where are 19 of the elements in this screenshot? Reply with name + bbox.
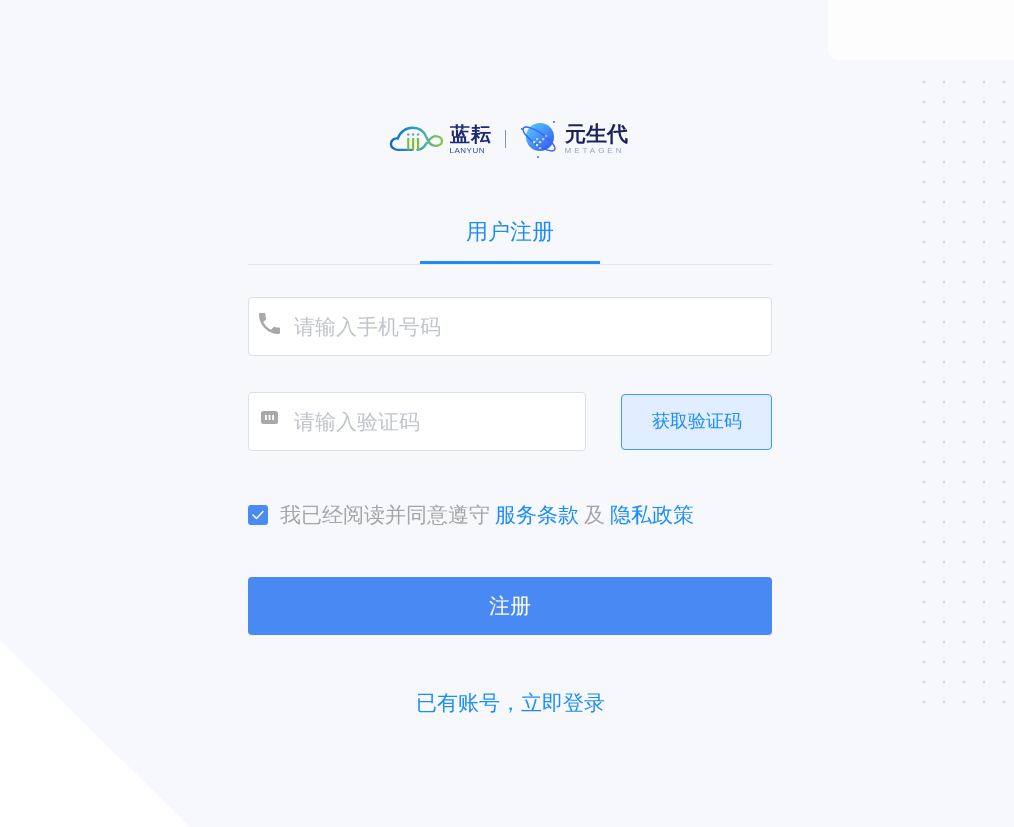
get-code-button[interactable]: 获取验证码 — [621, 393, 772, 450]
code-field[interactable]: 请输入验证码 — [248, 392, 586, 451]
login-link[interactable]: 已有账号，立即登录 — [415, 689, 605, 717]
tab[interactable]: 用户注册 — [420, 218, 600, 264]
brand-subtitle: METAGEN — [564, 146, 625, 155]
register-button[interactable]: 注册 — [248, 577, 772, 635]
brand-name: 蓝耘 — [449, 123, 492, 145]
brand-name: 元生代 — [564, 123, 628, 145]
agreement-text: 我已经阅读并同意遵守 服务条款 及 隐私政策 — [280, 502, 695, 528]
brand-subtitle: LANYUN — [449, 146, 485, 155]
checkmark-icon — [252, 510, 264, 520]
phone-icon — [259, 313, 280, 334]
phone-field[interactable]: 请输入手机号码 — [248, 297, 772, 356]
checkbox[interactable] — [248, 505, 268, 525]
cloud-logo-icon — [388, 124, 444, 154]
agreement-link[interactable]: 服务条款 — [495, 503, 579, 526]
planet-logo-icon — [518, 119, 559, 159]
agreement-link[interactable]: 隐私政策 — [610, 503, 694, 526]
password-icon — [261, 411, 278, 424]
